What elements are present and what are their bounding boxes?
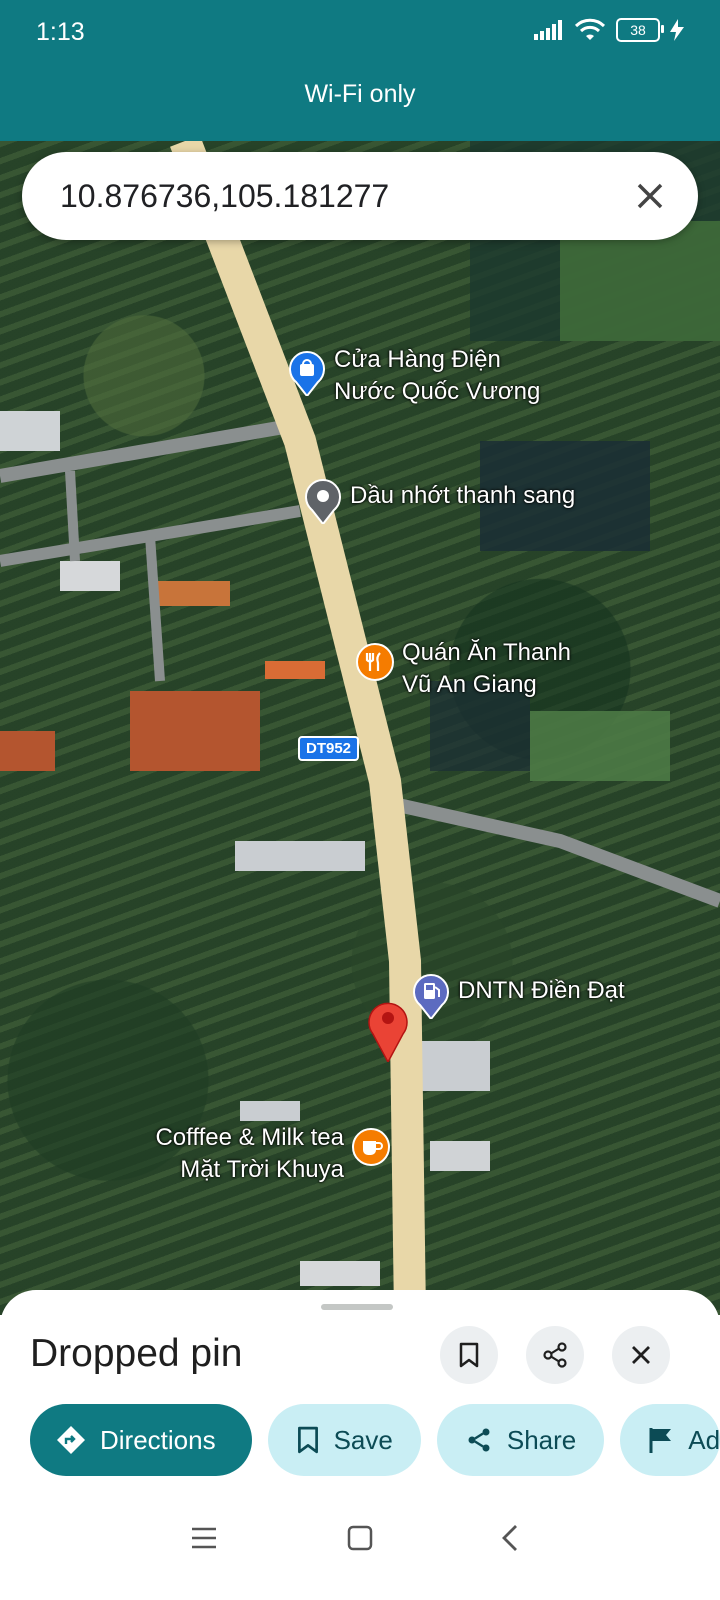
add-label: Ad [688, 1424, 720, 1455]
top-banner: 1:13 38 Wi-Fi only [0, 0, 720, 141]
dropped-pin-marker[interactable] [364, 996, 412, 1062]
action-chips: Directions Save Share Ad [30, 1404, 720, 1476]
square-icon [347, 1525, 373, 1551]
flag-icon [649, 1428, 672, 1453]
search-input[interactable]: 10.876736,105.181277 [60, 178, 389, 215]
home-button[interactable] [340, 1518, 380, 1558]
share-label: Share [506, 1424, 577, 1455]
close-icon [632, 1346, 650, 1364]
add-label-button[interactable]: Ad [620, 1404, 720, 1476]
place-title: Dropped pin [30, 1332, 243, 1375]
place-marker-oil[interactable]: Dầu nhớt thanh sang [304, 478, 575, 524]
close-sheet-button[interactable] [612, 1326, 670, 1384]
save-round-button[interactable] [440, 1326, 498, 1384]
place-pin-icon [305, 479, 341, 524]
directions-button[interactable]: Directions [30, 1404, 252, 1476]
gas-station-icon [413, 974, 449, 1019]
place-label: Cofffee & Milk tea Mặt Trời Khuya [155, 1124, 344, 1183]
place-marker-gas-station[interactable]: DNTN Điền Đạt [412, 973, 625, 1019]
signal-icon [534, 20, 562, 40]
place-label: Quán Ăn Thanh Vũ An Giang [402, 639, 572, 698]
directions-icon [57, 1426, 85, 1454]
place-marker-restaurant[interactable]: Quán Ăn Thanh Vũ An Giang [356, 639, 571, 701]
share-round-button[interactable] [526, 1326, 584, 1384]
place-label: DNTN Điền Đạt [458, 977, 625, 1004]
share-icon [468, 1428, 490, 1452]
system-nav-bar [0, 1490, 720, 1600]
search-bar[interactable]: 10.876736,105.181277 [22, 152, 698, 240]
menu-icon [192, 1527, 216, 1549]
save-label: Save [333, 1424, 393, 1455]
share-button[interactable]: Share [436, 1404, 605, 1476]
wifi-icon [574, 18, 606, 40]
drag-handle[interactable] [321, 1304, 393, 1310]
battery-level: 38 [630, 22, 646, 38]
restaurant-icon [356, 643, 394, 681]
place-marker-store[interactable]: Cửa Hàng Điện Nước Quốc Vương [288, 346, 540, 408]
wifi-only-label: Wi-Fi only [304, 80, 416, 108]
place-label: Dầu nhớt thanh sang [350, 482, 576, 509]
back-button[interactable] [490, 1518, 530, 1558]
shopping-bag-icon [289, 351, 325, 396]
save-button[interactable]: Save [267, 1404, 421, 1476]
battery-icon: 38 [616, 18, 664, 42]
charging-icon [670, 19, 684, 41]
status-time: 1:13 [36, 18, 85, 46]
back-chevron-icon [502, 1525, 517, 1551]
status-icons: 38 [534, 18, 684, 42]
place-marker-cafe[interactable]: Cofffee & Milk tea Mặt Trời Khuya [155, 1124, 390, 1186]
road-shield: DT952 [298, 736, 360, 761]
share-icon [543, 1342, 567, 1368]
directions-label: Directions [100, 1424, 216, 1455]
bookmark-icon [459, 1342, 479, 1368]
clear-search-button[interactable] [626, 172, 674, 220]
place-label: Cửa Hàng Điện Nước Quốc Vương [334, 346, 541, 405]
cafe-icon [352, 1128, 390, 1166]
close-icon [637, 183, 663, 209]
recents-button[interactable] [184, 1518, 224, 1558]
bookmark-icon [297, 1426, 318, 1454]
